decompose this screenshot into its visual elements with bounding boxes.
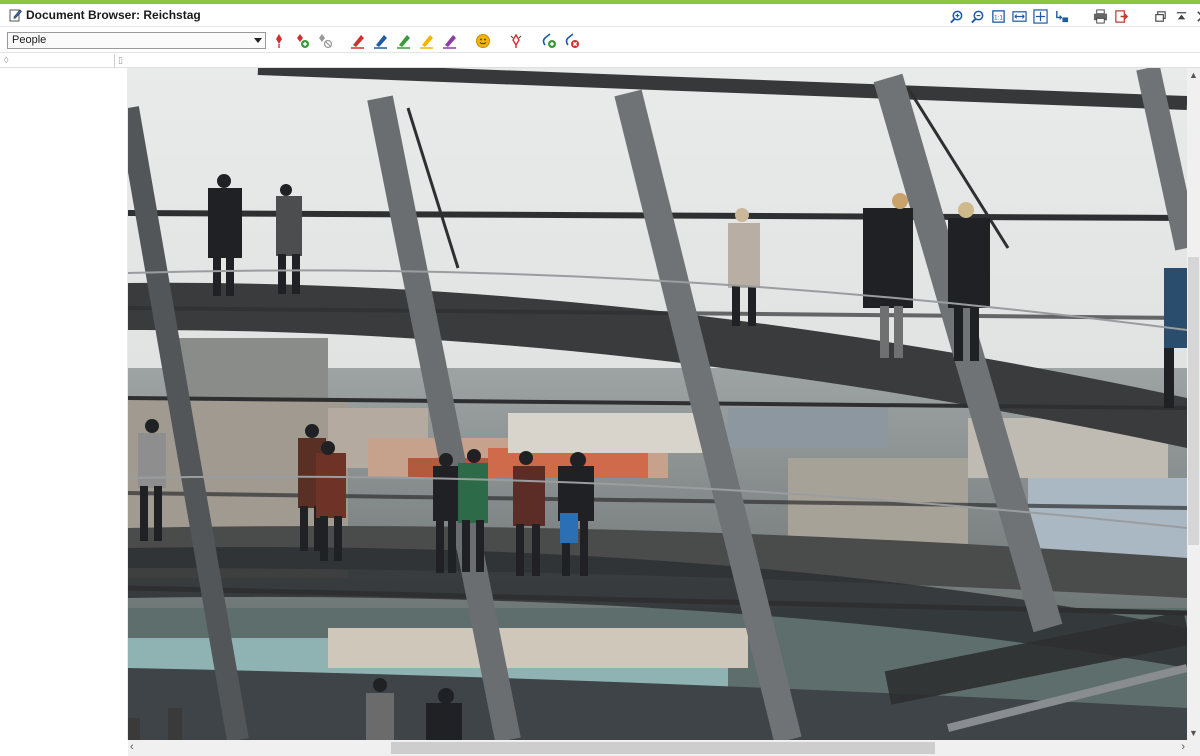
code-pin-icon[interactable] bbox=[268, 30, 290, 51]
edit-document-icon bbox=[9, 9, 22, 22]
horizontal-scroll-thumb[interactable] bbox=[391, 742, 935, 754]
document-ruler: ◊ ▯ bbox=[0, 54, 1200, 68]
chevron-down-icon[interactable] bbox=[254, 38, 262, 43]
emoticon-icon[interactable] bbox=[472, 30, 494, 51]
sync-icon[interactable] bbox=[1051, 6, 1071, 26]
zoom-original-icon[interactable]: 1:1 bbox=[988, 6, 1008, 26]
scroll-right-icon[interactable]: › bbox=[1181, 741, 1185, 753]
document-toolbar: People bbox=[0, 28, 1200, 53]
scroll-up-icon[interactable]: ▲ bbox=[1189, 70, 1198, 80]
reichstag-photo bbox=[128, 68, 1187, 740]
remove-memo-icon[interactable] bbox=[561, 30, 583, 51]
restore-window-icon[interactable] bbox=[1150, 6, 1170, 26]
vertical-scroll-thumb[interactable] bbox=[1188, 257, 1199, 545]
margin-area[interactable] bbox=[0, 68, 128, 740]
zoom-in-icon[interactable] bbox=[946, 6, 966, 26]
highlighter-purple-icon[interactable] bbox=[439, 30, 461, 51]
maximize-icon[interactable] bbox=[1171, 6, 1191, 26]
document-image[interactable] bbox=[128, 68, 1187, 740]
highlighter-red-icon[interactable] bbox=[347, 30, 369, 51]
link-pin-icon[interactable] bbox=[505, 30, 527, 51]
scroll-down-icon[interactable]: ▼ bbox=[1189, 728, 1198, 738]
window-title: Document Browser: Reichstag bbox=[26, 8, 201, 22]
code-with-icon[interactable] bbox=[314, 30, 336, 51]
add-memo-icon[interactable] bbox=[538, 30, 560, 51]
highlighter-green-icon[interactable] bbox=[393, 30, 415, 51]
scroll-left-icon[interactable]: ‹ bbox=[130, 741, 134, 753]
svg-text:1:1: 1:1 bbox=[993, 14, 1002, 21]
margin-marker: ◊ bbox=[4, 55, 9, 65]
code-selector-combobox[interactable]: People bbox=[7, 32, 266, 49]
close-icon[interactable] bbox=[1192, 6, 1200, 26]
scrollbar-corner bbox=[1187, 740, 1200, 756]
coding-tools bbox=[268, 30, 584, 51]
ruler-divider[interactable] bbox=[114, 54, 115, 68]
export-icon[interactable] bbox=[1111, 6, 1131, 26]
add-code-icon[interactable] bbox=[291, 30, 313, 51]
fit-page-icon[interactable] bbox=[1030, 6, 1050, 26]
fit-width-icon[interactable] bbox=[1009, 6, 1029, 26]
page-marker: ▯ bbox=[118, 55, 123, 65]
window-titlebar: Document Browser: Reichstag 1:1 bbox=[0, 4, 1200, 27]
title-toolbar: 1:1 bbox=[946, 6, 1200, 26]
highlighter-blue-icon[interactable] bbox=[370, 30, 392, 51]
highlighter-yellow-icon[interactable] bbox=[416, 30, 438, 51]
vertical-scrollbar[interactable]: ▲ ▼ bbox=[1187, 68, 1200, 740]
zoom-out-icon[interactable] bbox=[967, 6, 987, 26]
code-selector-value: People bbox=[12, 34, 47, 46]
print-icon[interactable] bbox=[1090, 6, 1110, 26]
horizontal-scrollbar[interactable]: ‹ › bbox=[128, 740, 1187, 756]
